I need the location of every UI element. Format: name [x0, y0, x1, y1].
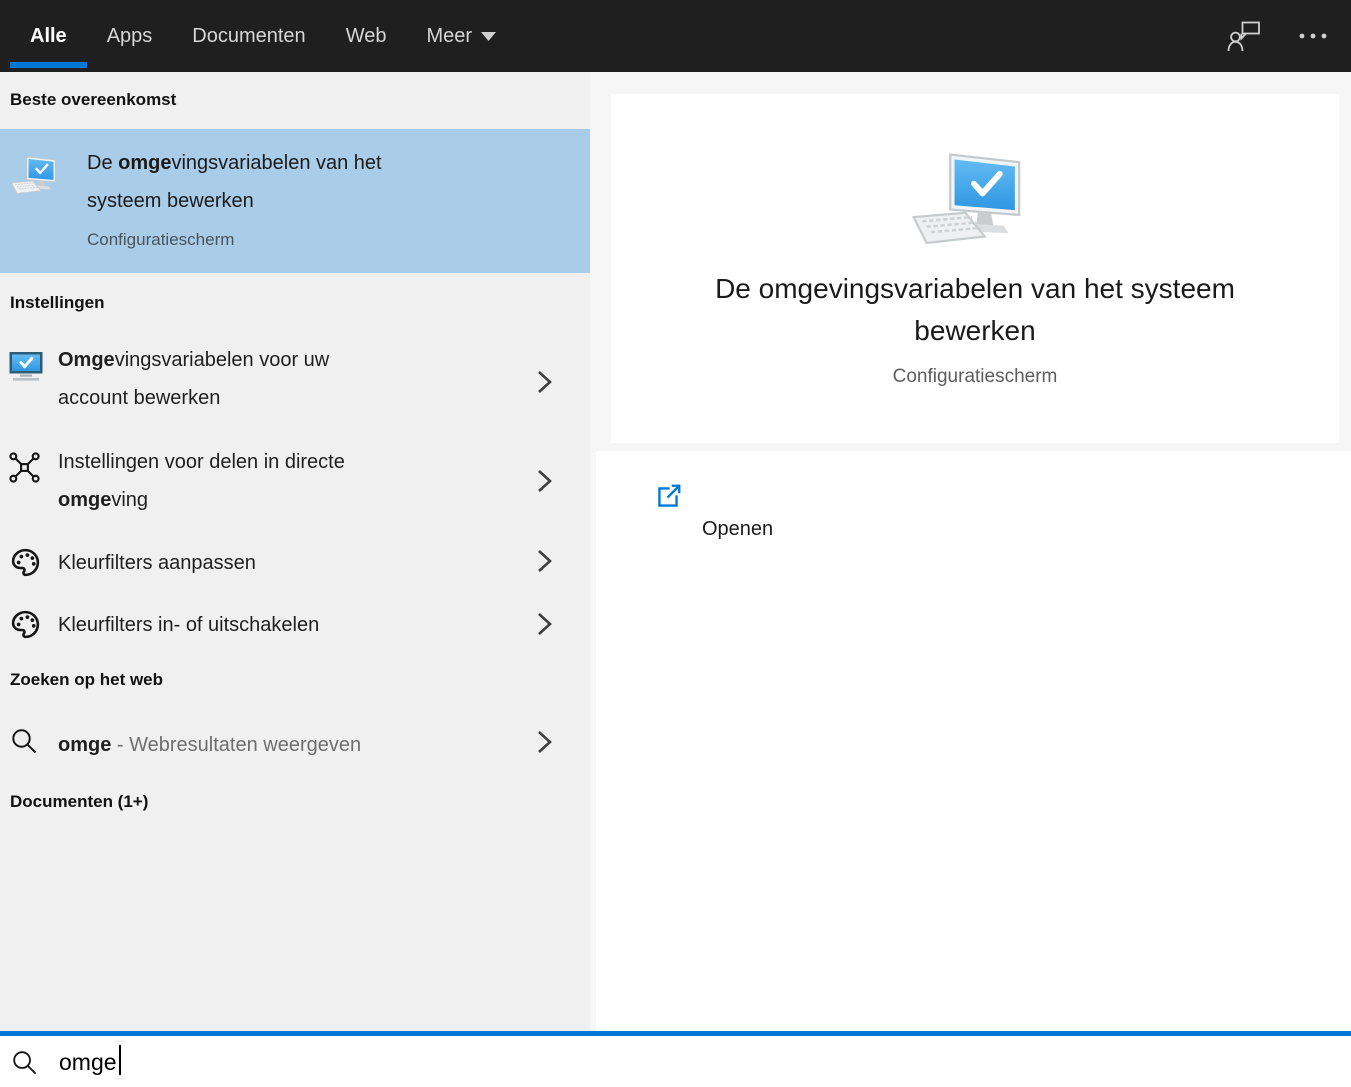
result-title: Kleurfilters aanpassen [58, 552, 256, 574]
result-title: Omgevingsvariabelen voor uw account bewer… [58, 349, 330, 409]
monitor-check-icon [8, 351, 44, 382]
section-header-best-match: Beste overeenkomst [10, 90, 177, 109]
topbar-right-icons [1226, 0, 1351, 72]
section-header-settings: Instellingen [10, 293, 105, 312]
dropdown-triangle-icon [481, 31, 497, 41]
actions-panel: Openen [596, 451, 1351, 1031]
tab-alle-label: Alle [30, 24, 67, 47]
text-caret [118, 1045, 121, 1075]
chevron-right-icon [536, 369, 554, 395]
result-title: Instellingen voor delen in directe omgevi… [58, 451, 345, 511]
chevron-right-icon [536, 468, 554, 494]
search-input[interactable]: omge [59, 1045, 121, 1078]
color-palette-icon [9, 608, 42, 641]
tab-alle[interactable]: Alle [10, 0, 87, 72]
tab-apps-label: Apps [106, 24, 153, 47]
tab-apps[interactable]: Apps [87, 0, 173, 72]
section-header-documents: Documenten (1+) [10, 792, 149, 811]
tab-documenten[interactable]: Documenten [172, 0, 325, 72]
preview-subtitle: Configuratiescherm [892, 366, 1058, 387]
search-filter-bar: Alle Apps Documenten Web Meer [0, 0, 1351, 72]
active-tab-underline [10, 62, 87, 68]
feedback-chat-icon[interactable] [1226, 20, 1263, 53]
tab-documenten-label: Documenten [192, 24, 306, 47]
tab-meer[interactable]: Meer [406, 0, 516, 72]
results-panel: Beste overeenkomst De omgevingsvariabele… [0, 72, 590, 1031]
computer-check-icon [8, 154, 66, 199]
action-openen[interactable]: Openen [596, 481, 1351, 541]
tab-meer-label: Meer [426, 24, 473, 47]
search-input-value: omge [59, 1049, 117, 1075]
computer-check-icon [905, 148, 1045, 256]
chevron-right-icon [536, 611, 554, 637]
openen-label: Openen [702, 518, 774, 540]
open-external-icon [653, 482, 683, 512]
result-best-match[interactable]: De omgevingsvariabelen van het systeem be… [0, 129, 590, 273]
preview-title: De omgevingsvariabelen van het systeem b… [715, 273, 1235, 346]
color-palette-icon [9, 546, 42, 579]
search-icon [10, 727, 38, 755]
chevron-right-icon [536, 548, 554, 574]
best-match-title: De omgevingsvariabelen van het systeem be… [87, 152, 382, 212]
tab-web-label: Web [345, 24, 387, 47]
section-header-web: Zoeken op het web [10, 670, 164, 689]
search-bar[interactable]: omge [0, 1036, 1351, 1087]
nearby-share-icon [8, 451, 41, 484]
filter-tabs: Alle Apps Documenten Web Meer [10, 0, 516, 72]
windows-search-flyout: Alle Apps Documenten Web Meer Beste over… [0, 0, 1351, 1087]
more-options-icon[interactable] [1297, 31, 1329, 41]
search-icon [11, 1049, 38, 1076]
best-match-subtitle: Configuratiescherm [87, 230, 235, 249]
result-title: Kleurfilters in- of uitschakelen [58, 614, 320, 636]
chevron-right-icon [536, 729, 554, 755]
result-title: omge - Webresultaten weergeven [58, 734, 362, 756]
tab-web[interactable]: Web [326, 0, 407, 72]
